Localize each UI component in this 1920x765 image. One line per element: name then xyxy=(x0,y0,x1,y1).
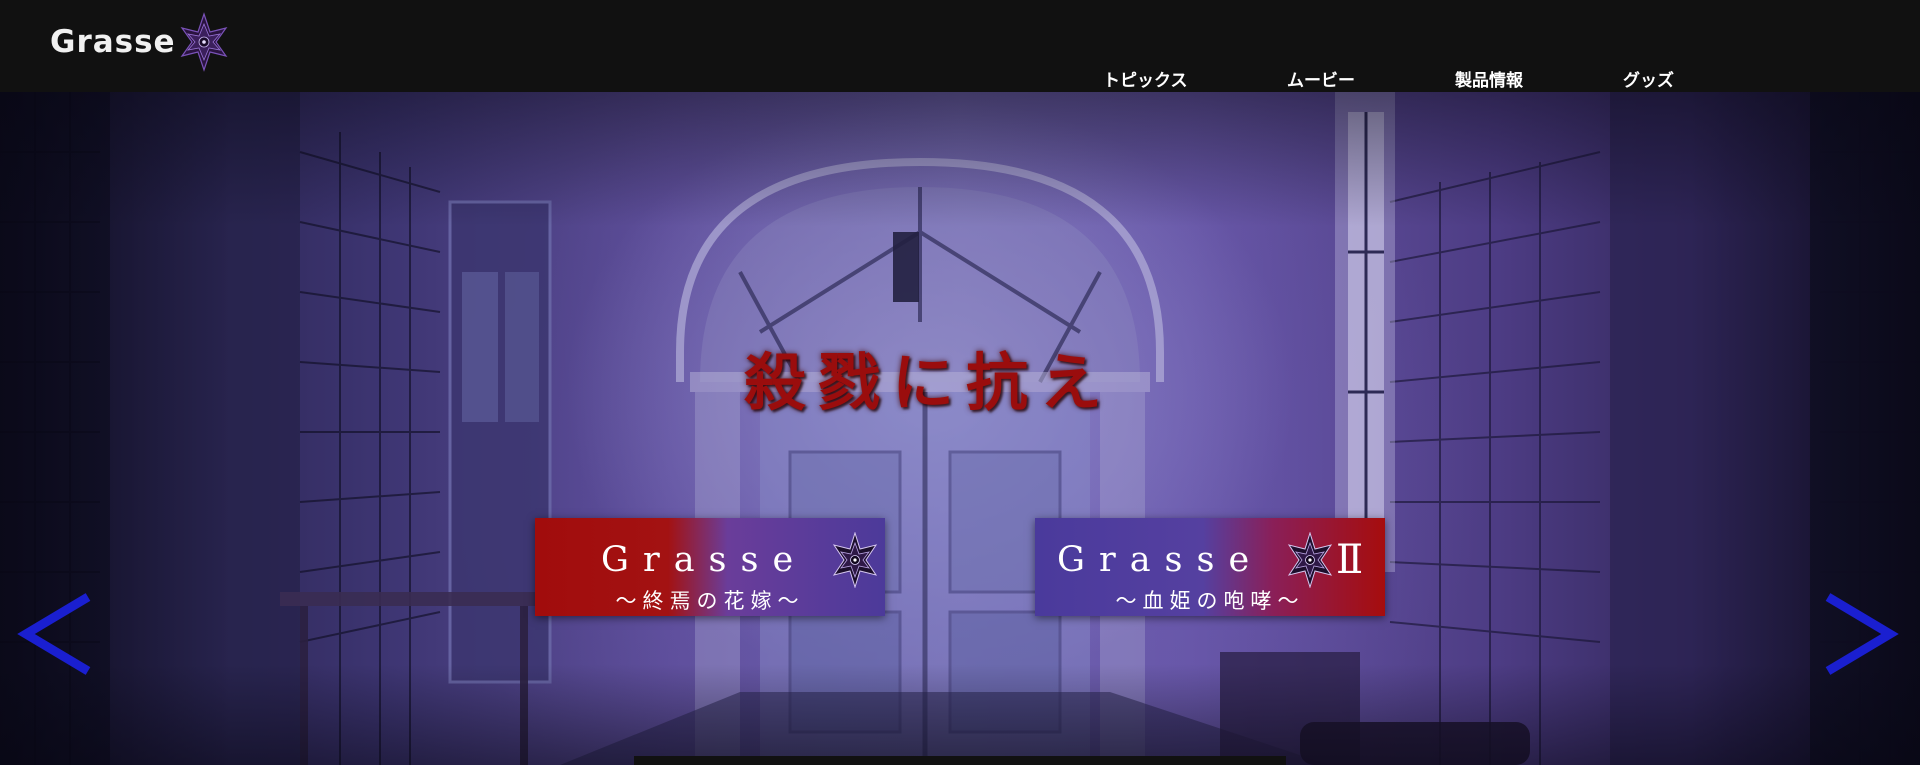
banner-subtitle: 〜終焉の花嫁〜 xyxy=(615,589,805,613)
chevron-left-icon[interactable] xyxy=(16,589,96,679)
hexagram-star-icon xyxy=(1287,532,1333,588)
banner-subtitle: 〜血姫の咆哮〜 xyxy=(1115,589,1305,613)
banner-grasse-2[interactable]: Grasse Ⅱ 〜血姫の咆哮〜 xyxy=(1035,518,1385,616)
hero-tagline: 殺戮に抗え xyxy=(744,346,1115,419)
hero-slider: 殺戮に抗え Grasse 〜終焉の花嫁〜 Grasse Ⅱ 〜血姫の咆哮〜 xyxy=(0,92,1920,765)
nav-product-info[interactable]: 製品情報 xyxy=(1455,66,1523,91)
slide-caption-bar xyxy=(634,756,1286,765)
hero-background-image xyxy=(0,92,1920,765)
chevron-right-icon[interactable] xyxy=(1820,589,1900,679)
hexagram-star-icon xyxy=(832,532,878,588)
main-nav: トピックス ムービー 製品情報 グッズ xyxy=(0,66,1920,91)
nav-topics[interactable]: トピックス xyxy=(1103,66,1188,91)
banner-numeral: Ⅱ xyxy=(1336,537,1364,583)
site-logo[interactable]: Grasse xyxy=(50,12,228,72)
banner-title: Grasse xyxy=(1057,540,1264,580)
logo-text: Grasse xyxy=(50,24,176,60)
site-header: Grasse トピックス ムービー 製品情報 グッズ xyxy=(0,0,1920,92)
hexagram-star-icon xyxy=(180,12,228,72)
banner-grasse-1[interactable]: Grasse 〜終焉の花嫁〜 xyxy=(535,518,885,616)
banner-title: Grasse xyxy=(601,540,808,580)
nav-goods[interactable]: グッズ xyxy=(1623,66,1674,91)
nav-movie[interactable]: ムービー xyxy=(1287,66,1355,91)
